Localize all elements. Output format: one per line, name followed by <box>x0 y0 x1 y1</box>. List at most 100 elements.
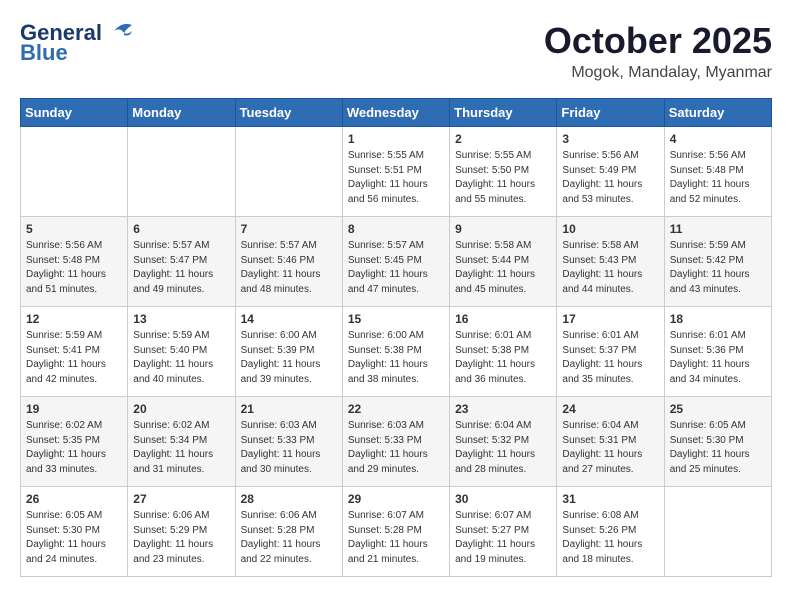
day-cell-9: 9 Sunrise: 5:58 AM Sunset: 5:44 PM Daylig… <box>450 217 557 307</box>
day-cell-13: 13 Sunrise: 5:59 AM Sunset: 5:40 PM Dayli… <box>128 307 235 397</box>
day-cell-31: 31 Sunrise: 6:08 AM Sunset: 5:26 PM Dayli… <box>557 487 664 577</box>
logo-bird-icon <box>104 21 136 41</box>
day-number: 7 <box>241 222 337 236</box>
day-cell-21: 21 Sunrise: 6:03 AM Sunset: 5:33 PM Dayli… <box>235 397 342 487</box>
week-row-2: 5Sunrise: 5:56 AM Sunset: 5:48 PM Daylig… <box>21 217 772 307</box>
day-info: Sunrise: 6:05 AM Sunset: 5:30 PM Dayligh… <box>26 509 122 567</box>
day-cell-2: 2Sunrise: 5:55 AM Sunset: 5:50 PM Daylig… <box>450 127 557 217</box>
location-subtitle: Mogok, Mandalay, Myanmar <box>544 64 772 82</box>
month-year-title: October 2025 <box>544 20 772 62</box>
day-number: 12 <box>26 312 122 326</box>
day-number: 21 <box>241 402 337 416</box>
day-info: Sunrise: 6:01 AM Sunset: 5:38 PM Dayligh… <box>455 329 551 387</box>
day-info: Sunrise: 6:04 AM Sunset: 5:32 PM Dayligh… <box>455 419 551 477</box>
day-number: 23 <box>455 402 551 416</box>
weekday-header-saturday: Saturday <box>664 99 771 127</box>
day-number: 9 <box>455 222 551 236</box>
day-cell-8: 8 Sunrise: 5:57 AM Sunset: 5:45 PM Daylig… <box>342 217 449 307</box>
day-info: Sunrise: 5:59 AM Sunset: 5:42 PM Dayligh… <box>670 239 766 297</box>
day-number: 26 <box>26 492 122 506</box>
day-number: 6 <box>133 222 229 236</box>
day-info: Sunrise: 5:56 AM Sunset: 5:48 PM Dayligh… <box>670 149 766 207</box>
day-info: Sunrise: 6:02 AM Sunset: 5:34 PM Dayligh… <box>133 419 229 477</box>
day-number: 8 <box>348 222 444 236</box>
day-cell-17: 17Sunrise: 6:01 AM Sunset: 5:37 PM Dayli… <box>557 307 664 397</box>
day-number: 30 <box>455 492 551 506</box>
day-number: 15 <box>348 312 444 326</box>
weekday-header-thursday: Thursday <box>450 99 557 127</box>
weekday-header-tuesday: Tuesday <box>235 99 342 127</box>
day-info: Sunrise: 6:05 AM Sunset: 5:30 PM Dayligh… <box>670 419 766 477</box>
empty-cell <box>128 127 235 217</box>
day-number: 13 <box>133 312 229 326</box>
day-info: Sunrise: 5:56 AM Sunset: 5:48 PM Dayligh… <box>26 239 122 297</box>
day-info: Sunrise: 6:03 AM Sunset: 5:33 PM Dayligh… <box>241 419 337 477</box>
day-cell-16: 16 Sunrise: 6:01 AM Sunset: 5:38 PM Dayli… <box>450 307 557 397</box>
day-number: 4 <box>670 132 766 146</box>
day-number: 10 <box>562 222 658 236</box>
day-number: 24 <box>562 402 658 416</box>
day-number: 31 <box>562 492 658 506</box>
day-number: 27 <box>133 492 229 506</box>
calendar-table: SundayMondayTuesdayWednesdayThursdayFrid… <box>20 98 772 577</box>
day-cell-14: 14Sunrise: 6:00 AM Sunset: 5:39 PM Dayli… <box>235 307 342 397</box>
day-info: Sunrise: 6:02 AM Sunset: 5:35 PM Dayligh… <box>26 419 122 477</box>
day-number: 20 <box>133 402 229 416</box>
day-cell-24: 24Sunrise: 6:04 AM Sunset: 5:31 PM Dayli… <box>557 397 664 487</box>
day-number: 14 <box>241 312 337 326</box>
day-cell-29: 29Sunrise: 6:07 AM Sunset: 5:28 PM Dayli… <box>342 487 449 577</box>
day-number: 25 <box>670 402 766 416</box>
day-number: 3 <box>562 132 658 146</box>
week-row-1: 1Sunrise: 5:55 AM Sunset: 5:51 PM Daylig… <box>21 127 772 217</box>
day-info: Sunrise: 5:57 AM Sunset: 5:46 PM Dayligh… <box>241 239 337 297</box>
day-cell-11: 11 Sunrise: 5:59 AM Sunset: 5:42 PM Dayli… <box>664 217 771 307</box>
day-info: Sunrise: 6:06 AM Sunset: 5:29 PM Dayligh… <box>133 509 229 567</box>
day-cell-6: 6 Sunrise: 5:57 AM Sunset: 5:47 PM Daylig… <box>128 217 235 307</box>
day-cell-20: 20 Sunrise: 6:02 AM Sunset: 5:34 PM Dayli… <box>128 397 235 487</box>
day-cell-18: 18Sunrise: 6:01 AM Sunset: 5:36 PM Dayli… <box>664 307 771 397</box>
day-number: 28 <box>241 492 337 506</box>
day-cell-5: 5Sunrise: 5:56 AM Sunset: 5:48 PM Daylig… <box>21 217 128 307</box>
weekday-header-monday: Monday <box>128 99 235 127</box>
day-info: Sunrise: 6:03 AM Sunset: 5:33 PM Dayligh… <box>348 419 444 477</box>
day-info: Sunrise: 5:57 AM Sunset: 5:47 PM Dayligh… <box>133 239 229 297</box>
empty-cell <box>235 127 342 217</box>
day-cell-22: 22 Sunrise: 6:03 AM Sunset: 5:33 PM Dayli… <box>342 397 449 487</box>
logo-blue-text: Blue <box>20 40 68 66</box>
day-info: Sunrise: 5:59 AM Sunset: 5:40 PM Dayligh… <box>133 329 229 387</box>
weekday-header-wednesday: Wednesday <box>342 99 449 127</box>
day-info: Sunrise: 6:08 AM Sunset: 5:26 PM Dayligh… <box>562 509 658 567</box>
day-info: Sunrise: 5:59 AM Sunset: 5:41 PM Dayligh… <box>26 329 122 387</box>
empty-cell <box>21 127 128 217</box>
day-cell-7: 7 Sunrise: 5:57 AM Sunset: 5:46 PM Daylig… <box>235 217 342 307</box>
day-cell-12: 12 Sunrise: 5:59 AM Sunset: 5:41 PM Dayli… <box>21 307 128 397</box>
day-info: Sunrise: 5:55 AM Sunset: 5:51 PM Dayligh… <box>348 149 444 207</box>
day-number: 11 <box>670 222 766 236</box>
day-cell-23: 23 Sunrise: 6:04 AM Sunset: 5:32 PM Dayli… <box>450 397 557 487</box>
day-info: Sunrise: 6:00 AM Sunset: 5:38 PM Dayligh… <box>348 329 444 387</box>
day-number: 17 <box>562 312 658 326</box>
day-cell-28: 28Sunrise: 6:06 AM Sunset: 5:28 PM Dayli… <box>235 487 342 577</box>
weekday-header-row: SundayMondayTuesdayWednesdayThursdayFrid… <box>21 99 772 127</box>
day-cell-3: 3 Sunrise: 5:56 AM Sunset: 5:49 PM Daylig… <box>557 127 664 217</box>
day-info: Sunrise: 6:07 AM Sunset: 5:28 PM Dayligh… <box>348 509 444 567</box>
weekday-header-sunday: Sunday <box>21 99 128 127</box>
day-cell-10: 10Sunrise: 5:58 AM Sunset: 5:43 PM Dayli… <box>557 217 664 307</box>
week-row-5: 26 Sunrise: 6:05 AM Sunset: 5:30 PM Dayli… <box>21 487 772 577</box>
week-row-3: 12 Sunrise: 5:59 AM Sunset: 5:41 PM Dayli… <box>21 307 772 397</box>
day-cell-30: 30Sunrise: 6:07 AM Sunset: 5:27 PM Dayli… <box>450 487 557 577</box>
day-info: Sunrise: 5:57 AM Sunset: 5:45 PM Dayligh… <box>348 239 444 297</box>
day-cell-26: 26 Sunrise: 6:05 AM Sunset: 5:30 PM Dayli… <box>21 487 128 577</box>
day-number: 2 <box>455 132 551 146</box>
page-header: General Blue October 2025 Mogok, Mandala… <box>20 20 772 82</box>
day-info: Sunrise: 5:56 AM Sunset: 5:49 PM Dayligh… <box>562 149 658 207</box>
day-cell-1: 1Sunrise: 5:55 AM Sunset: 5:51 PM Daylig… <box>342 127 449 217</box>
day-info: Sunrise: 5:58 AM Sunset: 5:44 PM Dayligh… <box>455 239 551 297</box>
day-number: 19 <box>26 402 122 416</box>
empty-cell <box>664 487 771 577</box>
day-number: 22 <box>348 402 444 416</box>
day-cell-4: 4 Sunrise: 5:56 AM Sunset: 5:48 PM Daylig… <box>664 127 771 217</box>
day-number: 16 <box>455 312 551 326</box>
day-cell-25: 25 Sunrise: 6:05 AM Sunset: 5:30 PM Dayli… <box>664 397 771 487</box>
day-info: Sunrise: 6:01 AM Sunset: 5:36 PM Dayligh… <box>670 329 766 387</box>
